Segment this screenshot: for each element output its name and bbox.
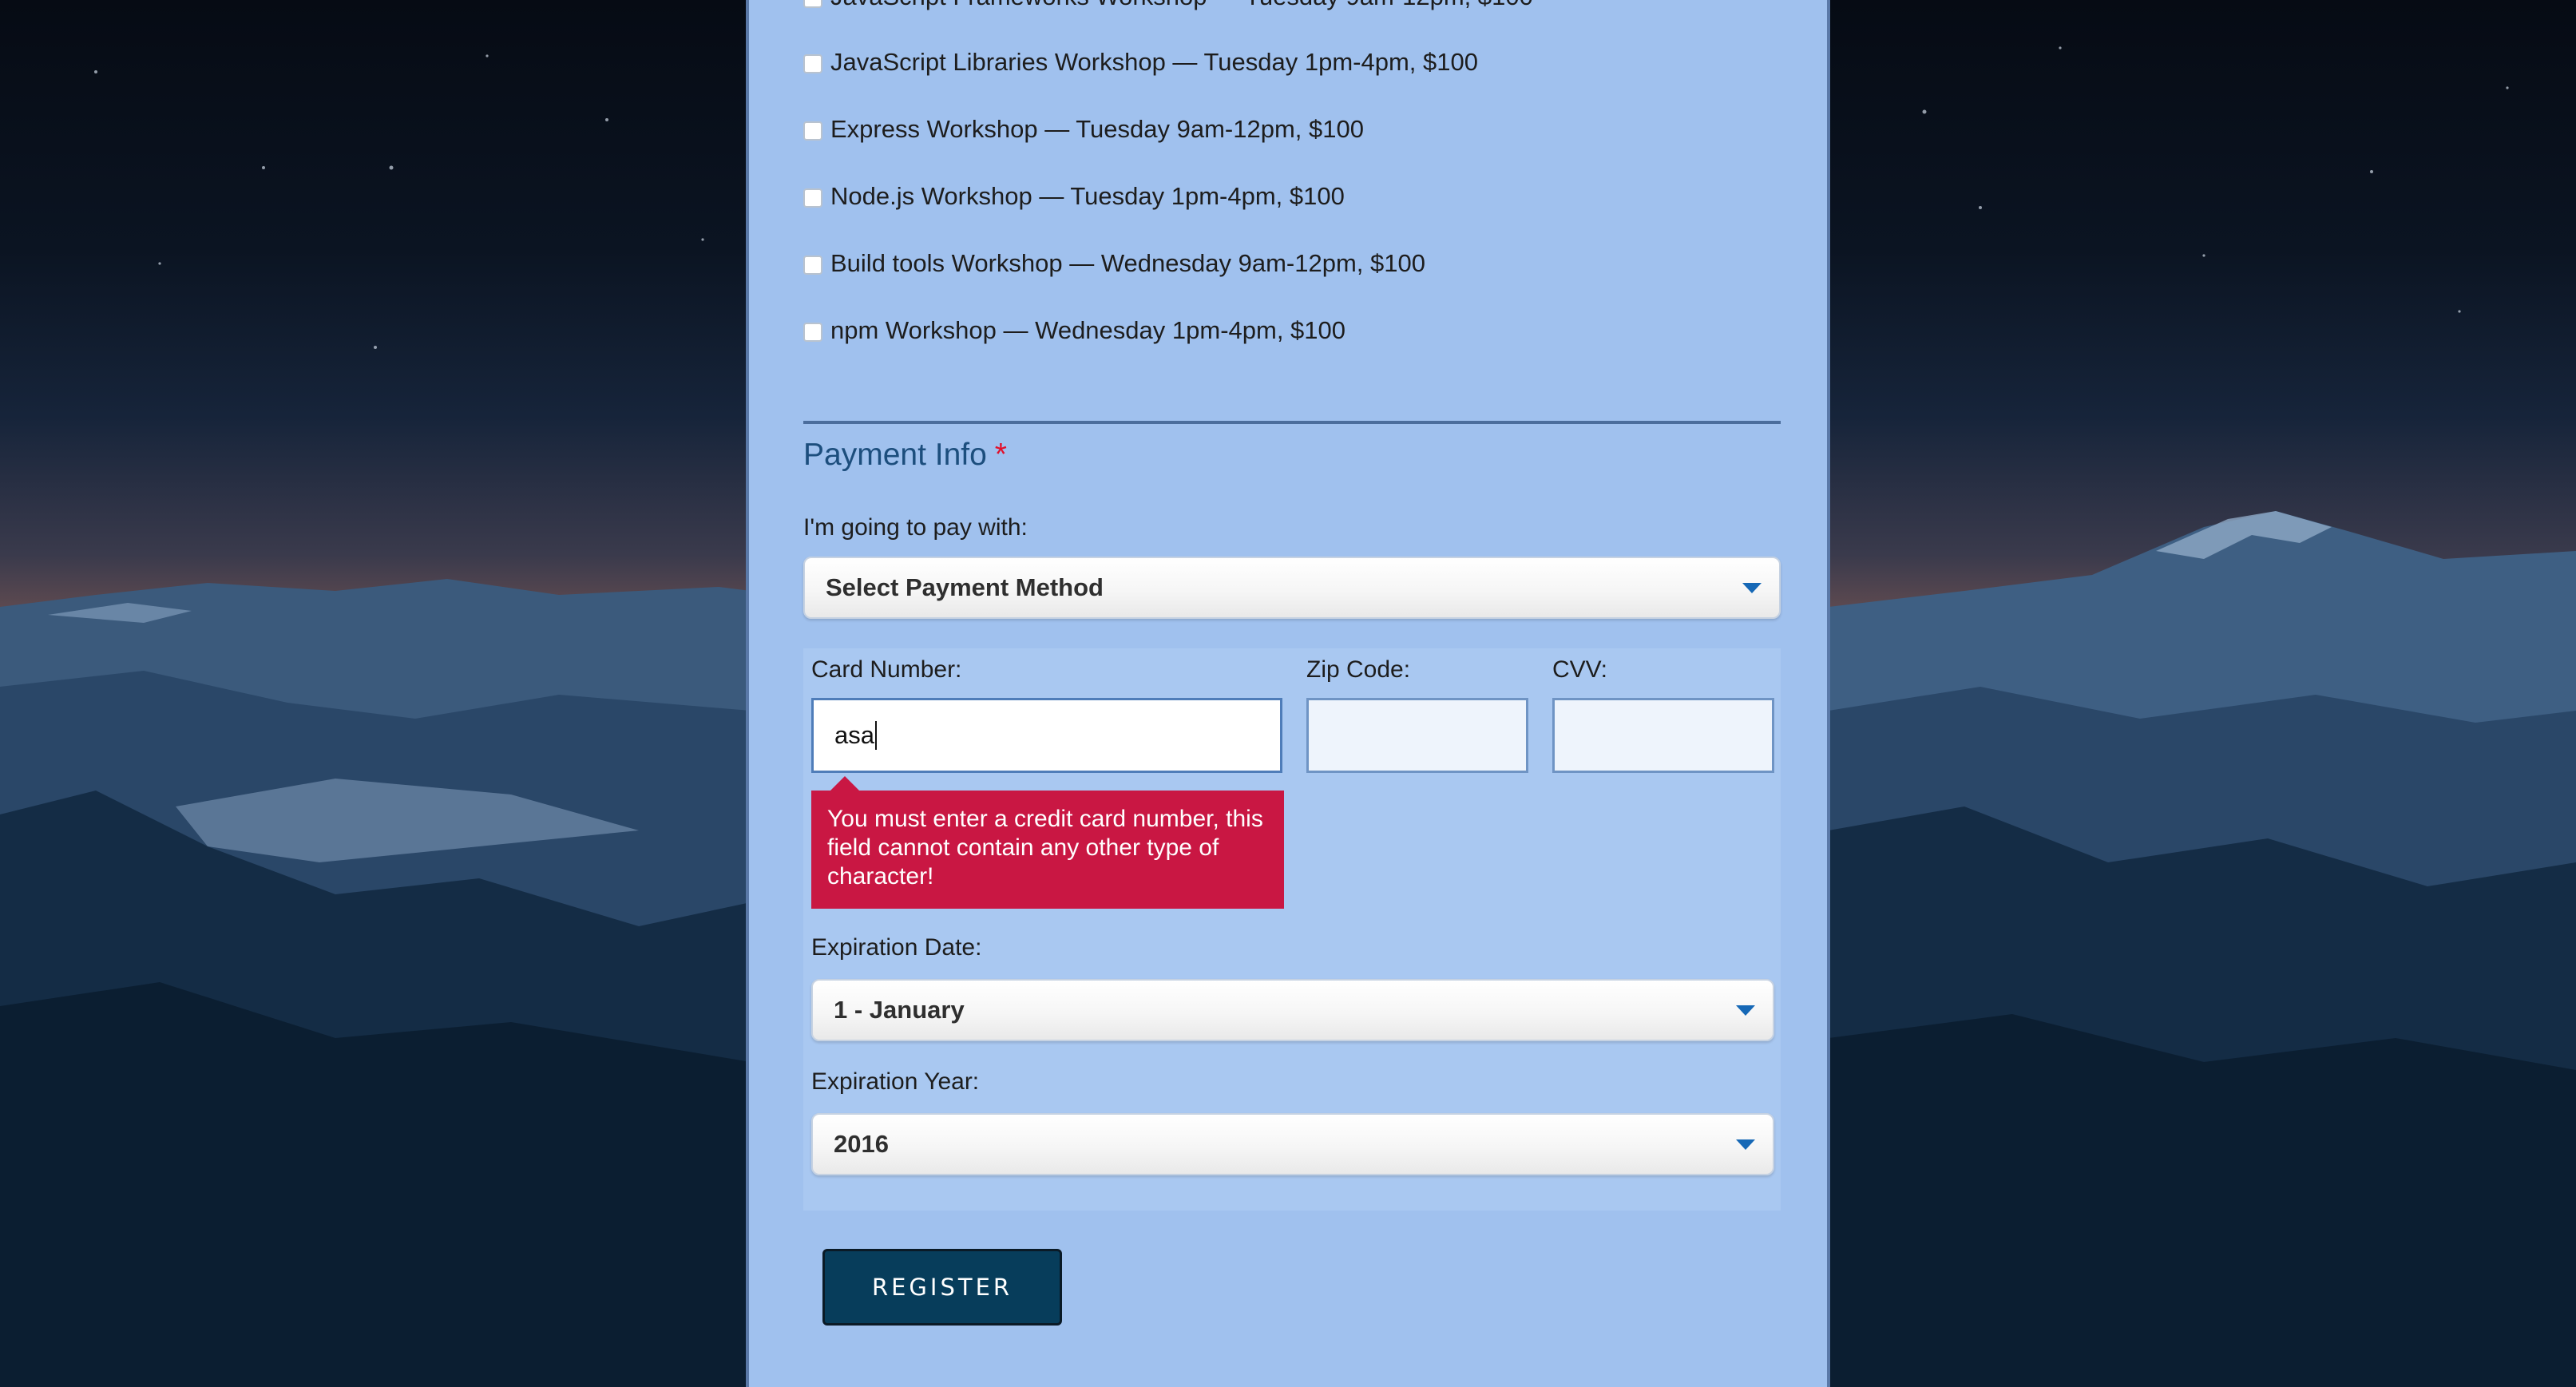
workshop-option-js-libraries[interactable]: JavaScript Libraries Workshop — Tuesday … [803, 46, 1478, 78]
workshop-label: JavaScript Frameworks Workshop — Tuesday… [830, 0, 1533, 11]
chevron-down-icon [1736, 1005, 1755, 1016]
checkbox-icon[interactable] [803, 54, 822, 73]
workshop-label: Express Workshop — Tuesday 9am-12pm, $10… [830, 115, 1364, 143]
workshop-label: Node.js Workshop — Tuesday 1pm-4pm, $100 [830, 182, 1345, 210]
zip-code-label: Zip Code: [1306, 656, 1411, 683]
registration-form-panel: JavaScript Frameworks Workshop — Tuesday… [746, 0, 1830, 1387]
checkbox-icon[interactable] [803, 0, 822, 8]
register-button[interactable]: REGISTER [822, 1249, 1062, 1326]
checkbox-icon[interactable] [803, 323, 822, 342]
card-number-input[interactable]: asa [811, 698, 1282, 773]
workshop-option-nodejs[interactable]: Node.js Workshop — Tuesday 1pm-4pm, $100 [803, 180, 1345, 212]
expiration-date-label: Expiration Date: [811, 934, 982, 961]
cvv-label: CVV: [1552, 656, 1607, 683]
workshop-label: Build tools Workshop — Wednesday 9am-12p… [830, 249, 1425, 277]
cvv-input[interactable] [1552, 698, 1774, 773]
expiration-year-label: Expiration Year: [811, 1068, 980, 1095]
credit-card-section: Card Number: Zip Code: CVV: asa You must… [803, 648, 1781, 1211]
section-divider [803, 421, 1781, 424]
expiration-year-value: 2016 [834, 1130, 889, 1158]
expiration-date-select[interactable]: 1 - January [811, 979, 1774, 1041]
workshop-option-build-tools[interactable]: Build tools Workshop — Wednesday 9am-12p… [803, 248, 1425, 279]
workshop-option-npm[interactable]: npm Workshop — Wednesday 1pm-4pm, $100 [803, 315, 1345, 347]
text-caret [874, 721, 877, 750]
chevron-down-icon [1742, 583, 1762, 593]
workshop-label: npm Workshop — Wednesday 1pm-4pm, $100 [830, 316, 1346, 344]
workshop-option-js-frameworks[interactable]: JavaScript Frameworks Workshop — Tuesday… [803, 0, 1533, 13]
payment-info-heading: Payment Info * [803, 438, 1007, 473]
card-number-error-tooltip: You must enter a credit card number, thi… [811, 776, 1284, 909]
card-number-value: asa [834, 721, 874, 749]
payment-method-select[interactable]: Select Payment Method [803, 557, 1781, 619]
zip-code-input[interactable] [1306, 698, 1528, 773]
payment-method-value: Select Payment Method [826, 573, 1104, 601]
checkbox-icon[interactable] [803, 121, 822, 141]
checkbox-icon[interactable] [803, 188, 822, 208]
expiration-year-select[interactable]: 2016 [811, 1113, 1774, 1175]
workshop-label: JavaScript Libraries Workshop — Tuesday … [830, 48, 1478, 76]
checkbox-icon[interactable] [803, 256, 822, 275]
workshop-option-express[interactable]: Express Workshop — Tuesday 9am-12pm, $10… [803, 113, 1364, 145]
card-number-label: Card Number: [811, 656, 962, 683]
payment-info-title: Payment Info [803, 438, 987, 472]
expiration-date-value: 1 - January [834, 996, 965, 1024]
required-marker: * [994, 438, 1007, 472]
payment-method-label: I'm going to pay with: [803, 514, 1028, 541]
chevron-down-icon [1736, 1139, 1755, 1150]
